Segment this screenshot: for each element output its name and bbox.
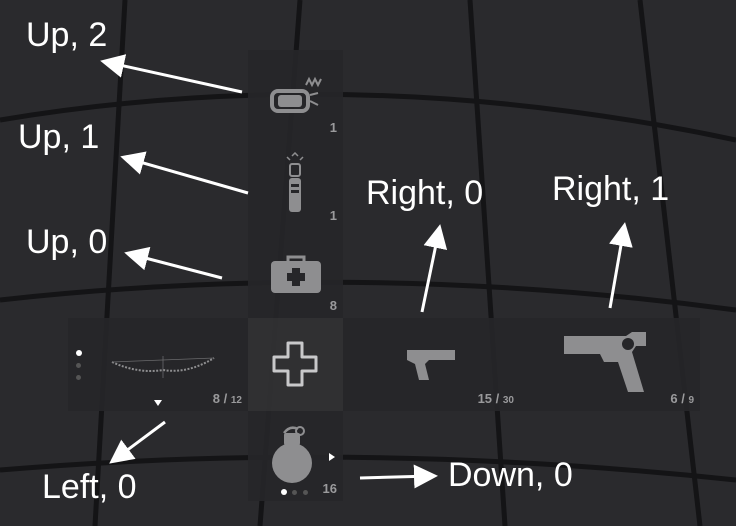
ammo-count: 8 / 12 [212,391,242,406]
selection-arrow-down-icon [154,400,162,406]
page-dot-active [281,489,287,495]
revolver-icon [564,332,646,392]
page-dot [292,490,297,495]
slot-right-1[interactable]: 6 / 9 [518,318,700,411]
item-count: 1 [329,120,337,135]
page-dot-active [76,350,82,356]
slot-down-0[interactable]: 16 [248,411,343,501]
page-dot [76,363,81,368]
label-left-0: Left, 0 [42,468,137,506]
page-dot [303,490,308,495]
label-up-0: Up, 0 [26,223,108,261]
pistol-icon [407,350,455,380]
label-right-0: Right, 0 [366,174,484,212]
slot-up-0[interactable]: 8 [248,228,343,318]
bow-icon [111,356,215,378]
medkit-icon [271,255,321,293]
item-count: 8 [329,298,337,313]
flashlight-icon [286,152,304,212]
background-grid [0,0,736,526]
grenade-icon [272,426,312,483]
slot-right-0[interactable]: 15 / 30 [343,318,518,411]
item-count: 16 [322,481,337,496]
slot-up-2[interactable]: 1 [248,50,343,140]
page-dot [76,375,81,380]
label-up-2: Up, 2 [26,16,108,54]
label-right-1: Right, 1 [552,170,670,208]
slot-left-0[interactable]: 8 / 12 [68,318,248,411]
label-up-1: Up, 1 [18,118,100,156]
selection-arrow-right-icon [329,453,335,461]
item-count: 1 [329,208,337,223]
slot-center[interactable] [248,318,343,411]
explosive-charge-icon [270,76,322,113]
slot-up-1[interactable]: 1 [248,140,343,228]
label-down-0: Down, 0 [448,456,573,494]
ammo-count: 15 / 30 [477,391,514,406]
plus-cross-icon [272,341,318,387]
ammo-count: 6 / 9 [670,391,694,406]
